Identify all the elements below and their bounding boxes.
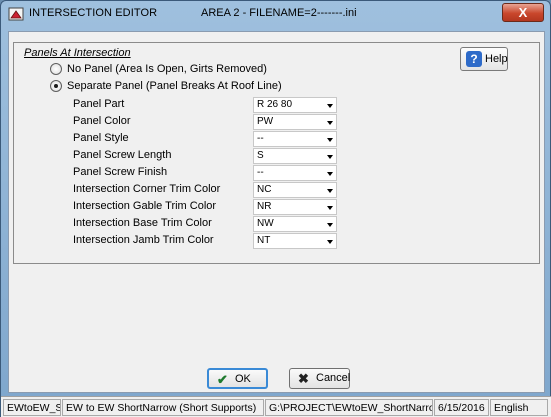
status-cell-path: G:\PROJECT\EWtoEW_ShortNarrowS — [265, 399, 433, 416]
chevron-down-icon[interactable] — [327, 240, 333, 244]
field-label: Intersection Base Trim Color — [73, 217, 212, 229]
field-label: Intersection Gable Trim Color — [73, 200, 217, 212]
status-cell-description: EW to EW ShortNarrow (Short Supports) — [62, 399, 264, 416]
close-icon: X — [518, 5, 528, 20]
field-label: Panel Style — [73, 132, 129, 144]
base-trim-color-select[interactable]: NW — [253, 216, 337, 232]
chevron-down-icon[interactable] — [327, 172, 333, 176]
close-icon: ✖ — [298, 371, 309, 386]
select-value: R 26 80 — [257, 99, 293, 110]
field-label: Intersection Jamb Trim Color — [73, 234, 214, 246]
panel-color-select[interactable]: PW — [253, 114, 337, 130]
panel-style-select[interactable]: -- — [253, 131, 337, 147]
status-bar: EWtoEW_Sh EW to EW ShortNarrow (Short Su… — [1, 396, 551, 417]
cancel-button[interactable]: ✖ Cancel — [289, 368, 350, 389]
status-cell-file: EWtoEW_Sh — [3, 399, 61, 416]
radio-button-selected-icon[interactable] — [50, 79, 62, 92]
help-button-label: Help — [485, 53, 508, 65]
chevron-down-icon[interactable] — [327, 121, 333, 125]
field-label: Intersection Corner Trim Color — [73, 183, 221, 195]
jamb-trim-color-select[interactable]: NT — [253, 233, 337, 249]
ok-button[interactable]: ✔ OK — [207, 368, 268, 389]
app-icon — [8, 6, 24, 22]
close-button[interactable]: X — [502, 3, 544, 22]
ok-button-label: OK — [235, 373, 251, 385]
field-label: Panel Screw Finish — [73, 166, 168, 178]
radio-separate-panel[interactable]: Separate Panel (Panel Breaks At Roof Lin… — [50, 78, 282, 93]
window-title: INTERSECTION EDITOR — [29, 7, 158, 19]
checkmark-icon: ✔ — [217, 372, 228, 387]
panel-screw-length-select[interactable]: S — [253, 148, 337, 164]
window-subtitle: AREA 2 - FILENAME=2-------.ini — [201, 7, 357, 19]
corner-trim-color-select[interactable]: NC — [253, 182, 337, 198]
cancel-button-label: Cancel — [316, 372, 351, 384]
select-value: NT — [257, 235, 271, 246]
chevron-down-icon[interactable] — [327, 155, 333, 159]
select-value: NR — [257, 201, 272, 212]
radio-label: Separate Panel (Panel Breaks At Roof Lin… — [67, 79, 282, 92]
chevron-down-icon[interactable] — [327, 138, 333, 142]
chevron-down-icon[interactable] — [327, 223, 333, 227]
gable-trim-color-select[interactable]: NR — [253, 199, 337, 215]
panel-part-select[interactable]: R 26 80 — [253, 97, 337, 113]
panels-at-intersection-group: Panels At Intersection ? Help No Panel (… — [13, 42, 540, 264]
group-title: Panels At Intersection — [24, 47, 131, 59]
chevron-down-icon[interactable] — [327, 104, 333, 108]
field-label: Panel Part — [73, 98, 125, 110]
status-cell-date: 6/15/2016 — [434, 399, 489, 416]
intersection-editor-window: INTERSECTION EDITOR AREA 2 - FILENAME=2-… — [0, 0, 551, 417]
select-value: PW — [257, 116, 274, 127]
radio-button-icon[interactable] — [50, 62, 62, 75]
dialog-client-area: Panels At Intersection ? Help No Panel (… — [8, 31, 545, 393]
select-value: S — [257, 150, 264, 161]
select-value: -- — [257, 167, 264, 178]
radio-no-panel[interactable]: No Panel (Area Is Open, Girts Removed) — [50, 61, 267, 76]
chevron-down-icon[interactable] — [327, 206, 333, 210]
select-value: NC — [257, 184, 272, 195]
help-icon: ? — [466, 51, 482, 67]
help-button[interactable]: ? Help — [460, 47, 508, 71]
chevron-down-icon[interactable] — [327, 189, 333, 193]
title-bar[interactable]: INTERSECTION EDITOR AREA 2 - FILENAME=2-… — [1, 1, 550, 27]
panel-screw-finish-select[interactable]: -- — [253, 165, 337, 181]
field-label: Panel Color — [73, 115, 131, 127]
radio-label: No Panel (Area Is Open, Girts Removed) — [67, 62, 267, 75]
field-label: Panel Screw Length — [73, 149, 172, 161]
select-value: NW — [257, 218, 274, 229]
status-cell-language: English — [490, 399, 548, 416]
select-value: -- — [257, 133, 264, 144]
